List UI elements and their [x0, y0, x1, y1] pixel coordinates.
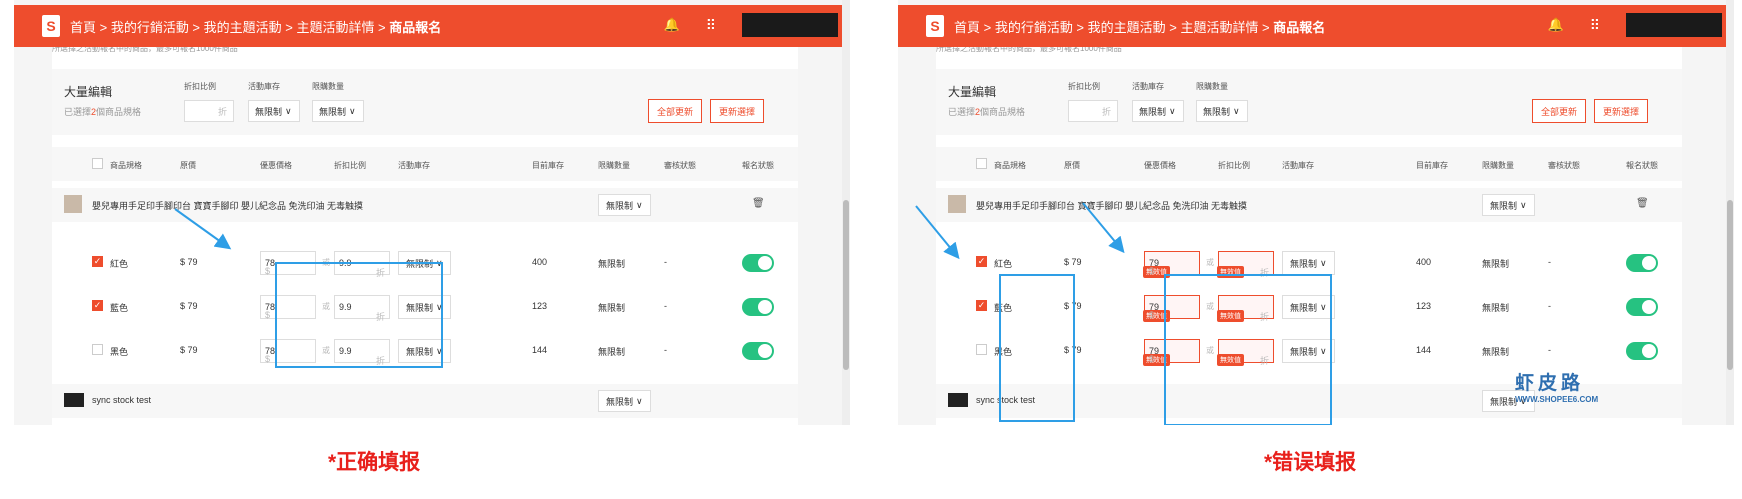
annotation-arrows: [174, 202, 1125, 260]
caption-wrong: *错误填报: [1264, 451, 1357, 474]
watermark: 虾皮路 WWW.SHOPEE6.COM: [1515, 368, 1598, 404]
watermark-title: 虾皮路: [1515, 373, 1585, 394]
arrow-to-wrong-checkboxes: [915, 205, 960, 260]
arrow-to-correct-fields: [174, 208, 232, 250]
caption-correct: *正确填报: [328, 451, 421, 474]
arrow-to-wrong-fields: [1082, 202, 1125, 254]
watermark-url: WWW.SHOPEE6.COM: [1515, 395, 1599, 404]
